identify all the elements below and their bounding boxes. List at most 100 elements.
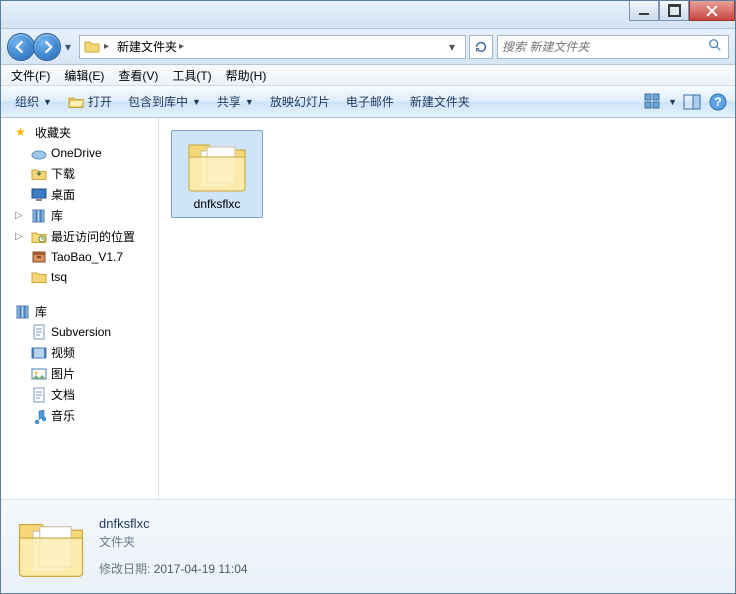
menu-file[interactable]: 文件(F)	[5, 65, 56, 86]
details-pane: dnfksflxc 文件夹 修改日期: 2017-04-19 11:04	[1, 499, 735, 593]
help-icon: ?	[709, 93, 727, 111]
slideshow-button[interactable]: 放映幻灯片	[262, 89, 338, 114]
sidebar-item-label: 最近访问的位置	[51, 228, 135, 245]
folder-icon	[84, 39, 100, 55]
breadcrumb-separator-icon: ▸	[104, 41, 109, 52]
nav-history-dropdown[interactable]: ▾	[61, 40, 75, 54]
sidebar-item-pictures[interactable]: 图片	[1, 363, 158, 384]
folder-open-icon	[68, 94, 84, 110]
new-folder-button[interactable]: 新建文件夹	[402, 89, 478, 114]
chevron-down-icon: ▼	[43, 97, 52, 107]
sidebar-item-subversion[interactable]: Subversion	[1, 322, 158, 342]
folder-large-icon	[185, 137, 249, 193]
breadcrumb-item[interactable]: 新建文件夹 ▸	[113, 36, 188, 57]
menu-bar: 文件(F) 编辑(E) 查看(V) 工具(T) 帮助(H)	[1, 65, 735, 86]
forward-button[interactable]	[33, 33, 61, 61]
svg-text:?: ?	[714, 95, 721, 109]
sidebar-item-label: 音乐	[51, 407, 75, 424]
view-grid-icon	[644, 93, 662, 111]
favorites-label: 收藏夹	[35, 124, 71, 141]
sidebar-item-label: 文档	[51, 386, 75, 403]
navigation-bar: ▾ ▸ 新建文件夹 ▸ ▾	[1, 29, 735, 65]
sidebar-item-label: 下载	[51, 165, 75, 182]
menu-tools[interactable]: 工具(T)	[166, 65, 217, 86]
open-label: 打开	[88, 93, 112, 110]
expand-triangle-icon[interactable]: ▷	[15, 231, 23, 242]
nav-buttons: ▾	[7, 33, 75, 61]
minimize-button[interactable]	[629, 1, 659, 21]
sidebar-item-music[interactable]: 音乐	[1, 405, 158, 426]
libraries-label: 库	[35, 303, 47, 320]
preview-pane-icon	[683, 93, 701, 111]
close-button[interactable]	[689, 1, 735, 21]
sidebar-item-label: OneDrive	[51, 146, 102, 160]
sidebar-item-downloads[interactable]: 下载	[1, 163, 158, 184]
sidebar-item-documents[interactable]: 文档	[1, 384, 158, 405]
libraries-group: 库 Subversion 视频 图片 文档	[1, 301, 158, 426]
chevron-down-icon: ▼	[192, 97, 201, 107]
breadcrumb-label: 新建文件夹	[117, 38, 177, 55]
search-input[interactable]	[502, 40, 708, 54]
chevron-down-icon[interactable]: ▼	[668, 97, 677, 107]
libraries-header[interactable]: 库	[1, 301, 158, 322]
view-options-button[interactable]	[642, 91, 664, 113]
sidebar-item-label: TaoBao_V1.7	[51, 250, 123, 264]
sidebar-item-label: 桌面	[51, 186, 75, 203]
sidebar-item-desktop[interactable]: 桌面	[1, 184, 158, 205]
share-button[interactable]: 共享▼	[209, 89, 262, 114]
downloads-icon	[31, 166, 47, 182]
file-item[interactable]: dnfksflxc	[171, 130, 263, 218]
email-button[interactable]: 电子邮件	[338, 89, 402, 114]
document-icon	[31, 324, 47, 340]
open-button[interactable]: 打开	[60, 89, 120, 114]
organize-button[interactable]: 组织 ▼	[7, 89, 60, 114]
sidebar-item-label: tsq	[51, 270, 67, 284]
search-icon	[708, 38, 724, 55]
help-button[interactable]: ?	[707, 91, 729, 113]
organize-label: 组织	[15, 93, 39, 110]
back-button[interactable]	[7, 33, 35, 61]
toolbar-right: ▼ ?	[642, 91, 729, 113]
folder-icon	[31, 269, 47, 285]
expand-triangle-icon[interactable]: ▷	[15, 210, 23, 221]
navigation-pane: ★ 收藏夹 OneDrive 下载 桌面 ▷ 库	[1, 118, 159, 499]
address-dropdown-icon[interactable]: ▾	[443, 40, 461, 54]
favorites-star-icon: ★	[15, 125, 31, 141]
include-in-library-button[interactable]: 包含到库中▼	[120, 89, 209, 114]
breadcrumb-separator-icon: ▸	[179, 41, 184, 52]
sidebar-item-recent[interactable]: ▷ 最近访问的位置	[1, 226, 158, 247]
sidebar-item-videos[interactable]: 视频	[1, 342, 158, 363]
preview-pane-button[interactable]	[681, 91, 703, 113]
menu-view[interactable]: 查看(V)	[112, 65, 164, 86]
details-name: dnfksflxc	[99, 516, 248, 531]
sidebar-item-label: 视频	[51, 344, 75, 361]
document-icon	[31, 387, 47, 403]
details-modified-label: 修改日期:	[99, 562, 150, 576]
search-box[interactable]	[497, 35, 729, 59]
archive-icon	[31, 249, 47, 265]
recent-icon	[31, 229, 47, 245]
refresh-icon	[474, 40, 488, 54]
menu-edit[interactable]: 编辑(E)	[58, 65, 110, 86]
favorites-group: ★ 收藏夹 OneDrive 下载 桌面 ▷ 库	[1, 122, 158, 287]
music-icon	[31, 408, 47, 424]
sidebar-item-taobao[interactable]: TaoBao_V1.7	[1, 247, 158, 267]
sidebar-item-tsq[interactable]: tsq	[1, 267, 158, 287]
details-modified: 修改日期: 2017-04-19 11:04	[99, 560, 248, 577]
sidebar-item-libraries-fav[interactable]: ▷ 库	[1, 205, 158, 226]
menu-help[interactable]: 帮助(H)	[220, 65, 273, 86]
file-item-label: dnfksflxc	[194, 197, 241, 211]
maximize-button[interactable]	[659, 1, 689, 21]
library-icon	[15, 304, 31, 320]
refresh-button[interactable]	[469, 35, 493, 59]
details-modified-value: 2017-04-19 11:04	[154, 562, 248, 576]
favorites-header[interactable]: ★ 收藏夹	[1, 122, 158, 143]
content-pane[interactable]: dnfksflxc	[159, 118, 735, 499]
address-bar[interactable]: ▸ 新建文件夹 ▸ ▾	[79, 35, 466, 59]
sidebar-item-label: 图片	[51, 365, 75, 382]
onedrive-icon	[31, 145, 47, 161]
sidebar-item-onedrive[interactable]: OneDrive	[1, 143, 158, 163]
sidebar-item-label: Subversion	[51, 325, 111, 339]
window-controls	[629, 1, 735, 21]
library-icon	[31, 208, 47, 224]
